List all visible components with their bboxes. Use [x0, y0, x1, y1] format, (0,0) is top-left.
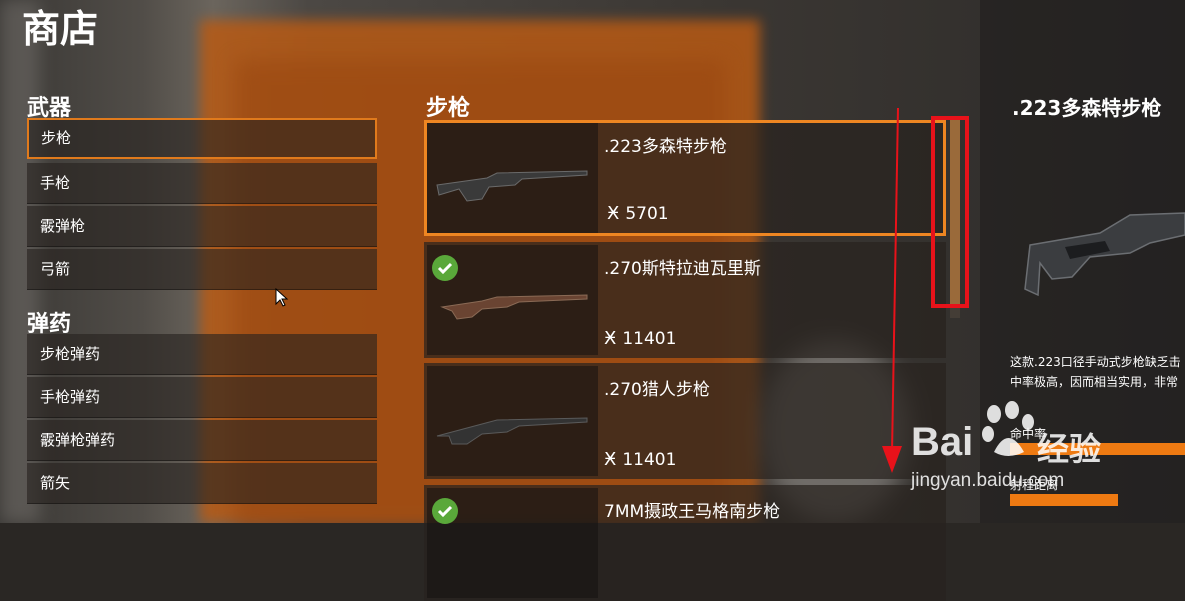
- detail-description: 这款.223口径手动式步枪缺乏击 中率极高，因而相当实用，非常: [1010, 352, 1185, 392]
- category-label: 步枪弹药: [40, 345, 101, 363]
- rifle-preview-image: [1010, 205, 1185, 325]
- category-arrows[interactable]: 箭矢: [27, 463, 377, 504]
- category-label: 箭矢: [40, 474, 71, 492]
- detail-title: .223多森特步枪: [1012, 96, 1162, 120]
- category-rifle[interactable]: 步枪: [27, 118, 377, 159]
- category-shotgun[interactable]: 霰弹枪: [27, 206, 377, 247]
- shop-item-card[interactable]: .270斯特拉迪瓦里斯 Ӿ 11401: [424, 242, 946, 358]
- category-shotgun-ammo[interactable]: 霰弹枪弹药: [27, 420, 377, 461]
- list-header: 步枪: [426, 96, 471, 121]
- category-bow[interactable]: 弓箭: [27, 249, 377, 290]
- price-value: 5701: [625, 203, 669, 224]
- baidu-watermark: Bai 经验 jingyan.baidu.com: [905, 398, 1135, 523]
- watermark-brand: Bai: [911, 420, 974, 464]
- watermark-brand-cn: 经验: [1037, 430, 1102, 468]
- watermark-url: jingyan.baidu.com: [911, 470, 1065, 491]
- shop-item-card[interactable]: .223多森特步枪 Ӿ 5701: [424, 120, 946, 236]
- paw-icon: [982, 401, 1034, 456]
- currency-icon: Ӿ: [604, 328, 617, 349]
- rifle-thumbnail: [427, 366, 598, 476]
- owned-check-icon: [432, 498, 458, 524]
- category-label: 手枪弹药: [40, 388, 101, 406]
- category-label: 霰弹枪: [40, 217, 86, 235]
- item-price: Ӿ 5701: [607, 203, 669, 224]
- category-label: 弓箭: [40, 260, 71, 278]
- category-label: 手枪: [40, 174, 71, 192]
- desc-line: 这款.223口径手动式步枪缺乏击: [1010, 355, 1181, 369]
- shop-item-card[interactable]: 7MM摄政王马格南步枪: [424, 485, 946, 601]
- owned-check-icon: [432, 255, 458, 281]
- currency-icon: Ӿ: [604, 449, 617, 470]
- item-name: .270斯特拉迪瓦里斯: [604, 259, 761, 279]
- annotation-highlight-box: [931, 116, 969, 308]
- category-pistol[interactable]: 手枪: [27, 163, 377, 204]
- annotation-arrow: [882, 108, 902, 473]
- price-value: 11401: [622, 449, 677, 470]
- category-label: 步枪: [41, 129, 72, 147]
- price-value: 11401: [622, 328, 677, 349]
- item-name: 7MM摄政王马格南步枪: [604, 502, 781, 522]
- category-label: 霰弹枪弹药: [40, 431, 116, 449]
- category-rifle-ammo[interactable]: 步枪弹药: [27, 334, 377, 375]
- item-name: .270猎人步枪: [604, 380, 710, 400]
- currency-icon: Ӿ: [607, 203, 620, 224]
- item-price: Ӿ 11401: [604, 449, 676, 470]
- mouse-cursor-icon: [275, 288, 289, 307]
- desc-line: 中率极高，因而相当实用，非常: [1010, 375, 1179, 389]
- category-pistol-ammo[interactable]: 手枪弹药: [27, 377, 377, 418]
- item-price: Ӿ 11401: [604, 328, 676, 349]
- rifle-thumbnail: [427, 123, 598, 233]
- page-title: 商店: [22, 7, 99, 51]
- item-name: .223多森特步枪: [604, 137, 727, 157]
- shop-item-card[interactable]: .270猎人步枪 Ӿ 11401: [424, 363, 946, 479]
